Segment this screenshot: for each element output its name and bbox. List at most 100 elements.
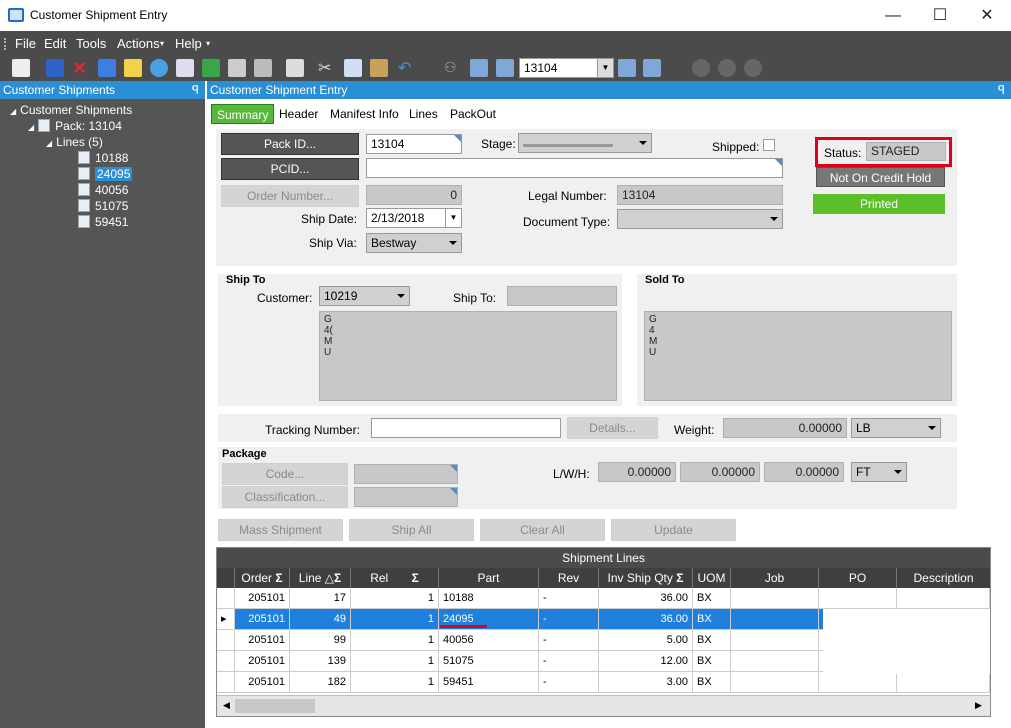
key-field[interactable]: 13104 ▼ xyxy=(519,58,614,78)
next-record-icon[interactable] xyxy=(618,59,636,77)
table-cell[interactable]: 36.00 xyxy=(599,609,693,630)
table-cell[interactable]: 49 xyxy=(290,609,351,630)
table-cell[interactable]: BX xyxy=(693,609,731,630)
table-cell[interactable]: - xyxy=(539,588,599,609)
prev-record-icon[interactable] xyxy=(496,59,514,77)
table-cell[interactable]: BX xyxy=(693,651,731,672)
table-cell[interactable]: 40056 xyxy=(439,630,539,651)
chat-icon[interactable] xyxy=(150,59,168,77)
paste-icon[interactable] xyxy=(370,59,388,77)
document-type-select[interactable] xyxy=(617,209,783,229)
table-cell[interactable]: - xyxy=(539,609,599,630)
dimension-uom-select[interactable]: FT xyxy=(851,462,907,482)
table-cell[interactable]: 10188 xyxy=(439,588,539,609)
table-row[interactable]: 205101 17 1 10188-36.00 BX xyxy=(217,588,990,609)
ship-all-button[interactable]: Ship All xyxy=(349,519,474,541)
table-cell[interactable] xyxy=(731,588,819,609)
mass-shipment-button[interactable]: Mass Shipment xyxy=(218,519,343,541)
binoculars-icon[interactable]: ⚇ xyxy=(444,59,457,76)
undo-icon[interactable]: ↶ xyxy=(398,58,411,78)
classification-button[interactable]: Classification... xyxy=(222,486,348,508)
table-cell[interactable]: 1 xyxy=(351,630,439,651)
table-cell[interactable]: 1 xyxy=(351,672,439,693)
col-job[interactable]: Job xyxy=(731,568,819,588)
tab-header[interactable]: Header xyxy=(274,104,323,124)
tracking-number-field[interactable] xyxy=(371,418,561,438)
table-cell[interactable]: 99 xyxy=(290,630,351,651)
last-record-icon[interactable] xyxy=(643,59,661,77)
horizontal-scrollbar[interactable]: ◀ ▶ xyxy=(217,695,990,716)
row-selector[interactable] xyxy=(217,651,235,672)
details-button[interactable]: Details... xyxy=(567,417,658,439)
col-rev[interactable]: Rev xyxy=(539,568,599,588)
table-cell[interactable]: - xyxy=(539,672,599,693)
order-number-button[interactable]: Order Number... xyxy=(221,185,359,207)
table-cell[interactable]: 1 xyxy=(351,588,439,609)
table-cell[interactable]: 12.00 xyxy=(599,651,693,672)
col-description[interactable]: Description xyxy=(897,568,990,588)
first-record-icon[interactable] xyxy=(470,59,488,77)
attach-icon[interactable] xyxy=(254,59,272,77)
table-cell[interactable] xyxy=(819,588,897,609)
table-cell[interactable]: 3.00 xyxy=(599,672,693,693)
table-cell[interactable]: 205101 xyxy=(235,588,290,609)
table-cell[interactable] xyxy=(897,672,990,693)
tree-line-item[interactable]: 59451 xyxy=(78,215,128,229)
new-icon[interactable] xyxy=(12,59,30,77)
table-cell[interactable]: 1 xyxy=(351,609,439,630)
save-icon[interactable] xyxy=(46,59,64,77)
chevron-down-icon[interactable]: ▼ xyxy=(597,59,613,77)
minimize-button[interactable]: — xyxy=(870,0,916,31)
pin-icon[interactable]: ꟼ xyxy=(998,81,1005,99)
menu-file[interactable]: File xyxy=(15,36,36,51)
shipped-checkbox[interactable] xyxy=(763,139,775,151)
table-cell[interactable]: 205101 xyxy=(235,651,290,672)
table-cell[interactable]: 59451 xyxy=(439,672,539,693)
table-cell[interactable]: 5.00 xyxy=(599,630,693,651)
table-cell[interactable]: BX xyxy=(693,672,731,693)
pack-id-field[interactable]: 13104 xyxy=(366,134,462,154)
ship-via-select[interactable]: Bestway xyxy=(366,233,462,253)
table-cell[interactable] xyxy=(819,672,897,693)
delete-icon[interactable]: ✕ xyxy=(72,58,87,79)
col-inv-ship-qty[interactable]: Inv Ship Qty Σ xyxy=(599,568,693,588)
forward-icon[interactable] xyxy=(718,59,736,77)
pack-id-button[interactable]: Pack ID... xyxy=(221,133,359,155)
update-button[interactable]: Update xyxy=(611,519,736,541)
note-icon[interactable] xyxy=(124,59,142,77)
pcid-field[interactable] xyxy=(366,158,783,178)
col-po[interactable]: PO xyxy=(819,568,897,588)
tree-line-item[interactable]: 10188 xyxy=(78,151,128,165)
home-icon[interactable] xyxy=(744,59,762,77)
copy-icon[interactable] xyxy=(344,59,362,77)
table-row[interactable]: 205101 182 1 59451-3.00 BX xyxy=(217,672,990,693)
customer-select[interactable]: 10219 xyxy=(319,286,410,306)
table-cell[interactable]: 205101 xyxy=(235,630,290,651)
col-order[interactable]: Order Σ xyxy=(235,568,290,588)
cut-icon[interactable]: ✂ xyxy=(318,58,331,78)
table-cell[interactable]: 1 xyxy=(351,651,439,672)
col-rel[interactable]: Rel Σ xyxy=(351,568,439,588)
maximize-button[interactable]: ☐ xyxy=(917,0,963,31)
ship-date-field[interactable]: 2/13/2018 ▼ xyxy=(366,208,462,228)
menu-help[interactable]: Help xyxy=(175,36,202,51)
table-cell[interactable] xyxy=(731,672,819,693)
table-cell[interactable]: 17 xyxy=(290,588,351,609)
tree-line-item[interactable]: 40056 xyxy=(78,183,128,197)
menu-edit[interactable]: Edit xyxy=(44,36,66,51)
row-selector[interactable]: ▸ xyxy=(217,609,235,630)
code-button[interactable]: Code... xyxy=(222,463,348,485)
col-part[interactable]: Part xyxy=(439,568,539,588)
row-selector[interactable] xyxy=(217,630,235,651)
book-icon[interactable] xyxy=(98,59,116,77)
tree-line-item[interactable]: 51075 xyxy=(78,199,128,213)
tab-packout[interactable]: PackOut xyxy=(445,104,501,124)
row-selector[interactable] xyxy=(217,672,235,693)
tab-manifest-info[interactable]: Manifest Info xyxy=(325,104,404,124)
col-uom[interactable]: UOM xyxy=(693,568,731,588)
copy-doc-icon[interactable] xyxy=(176,59,194,77)
tab-summary[interactable]: Summary xyxy=(211,104,275,124)
scroll-left-icon[interactable]: ◀ xyxy=(223,700,230,711)
row-selector[interactable] xyxy=(217,588,235,609)
table-cell[interactable]: BX xyxy=(693,588,731,609)
